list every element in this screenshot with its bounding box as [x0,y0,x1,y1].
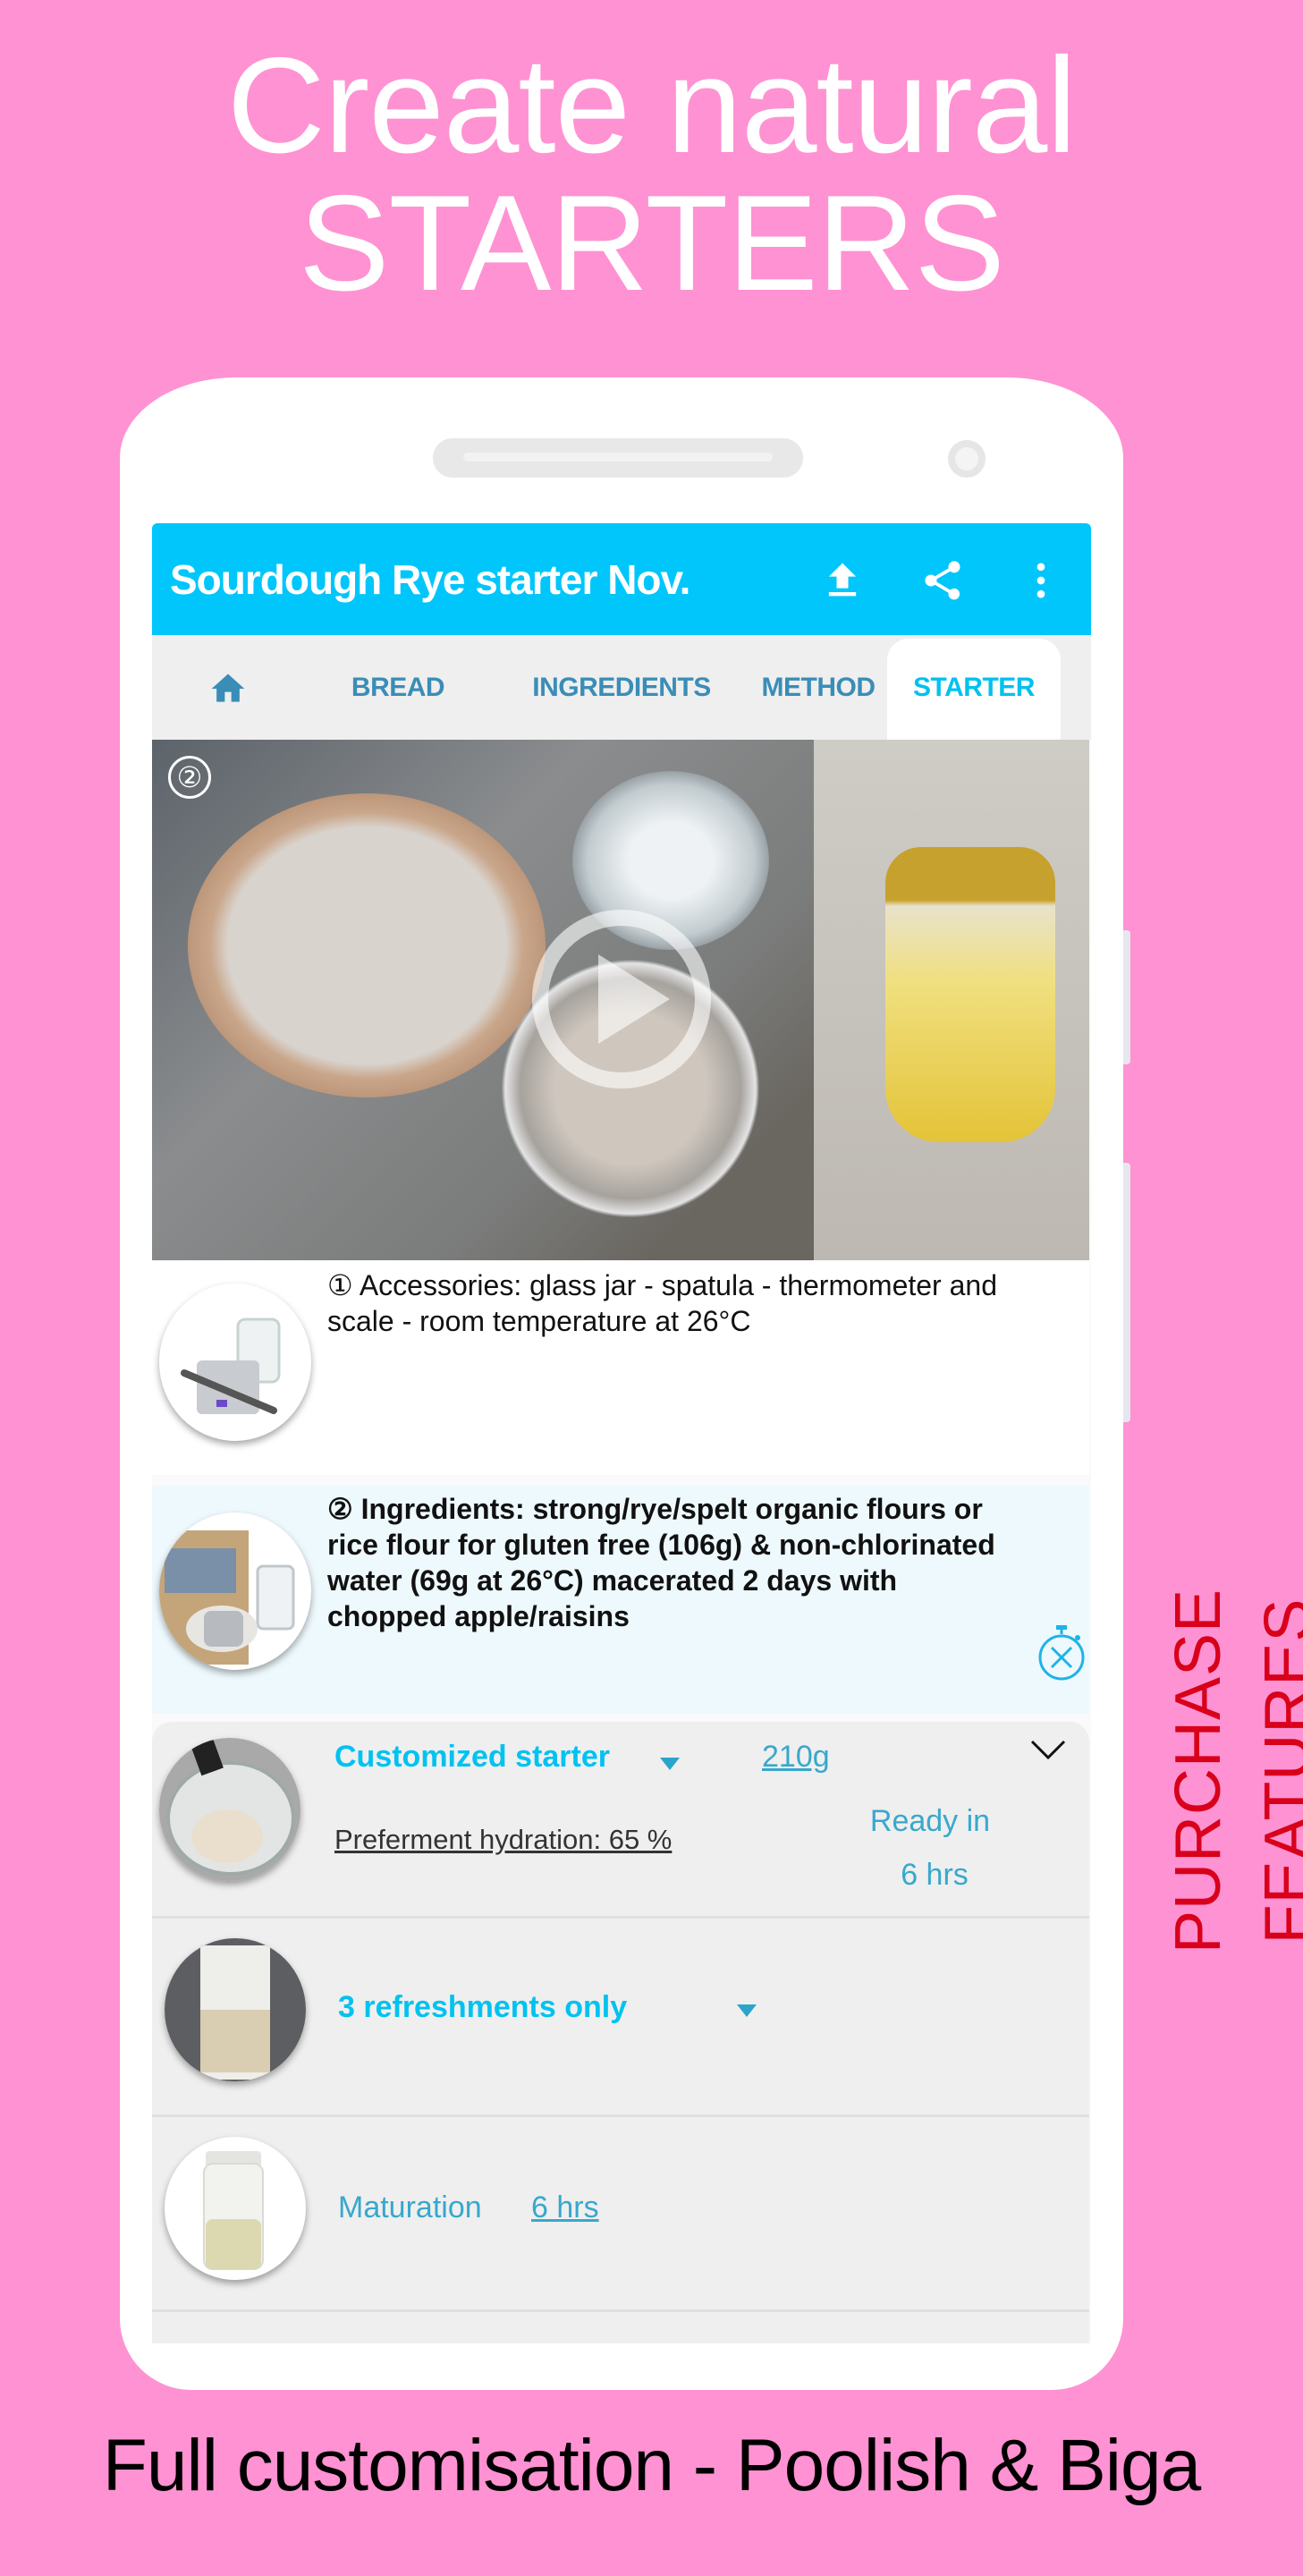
timer-off-icon[interactable] [1036,1623,1087,1681]
phone-camera [948,440,986,478]
ingredients-image [159,1513,311,1670]
starter-video-thumbnail[interactable]: ② [152,740,1089,1260]
flour-bowl-image [188,793,546,1097]
home-icon [211,674,245,702]
refreshments-row: 3 refreshments only [152,1919,1089,2117]
tab-method[interactable]: METHOD [729,635,908,740]
step-ingredients-text: ② Ingredients: strong/rye/spelt organic … [327,1493,995,1632]
starter-bowl-thumb [159,1738,300,1881]
starter-type-select[interactable]: Customized starter [334,1740,610,1775]
chevron-down-icon[interactable] [1028,1736,1068,1767]
phone-speaker [433,438,803,478]
promo-footer: Full customisation - Poolish & Biga [102,2425,1201,2506]
tab-bar: BREAD INGREDIENTS METHOD STARTER [152,635,1091,740]
step-accessories: ① Accessories: glass jar - spatula - the… [152,1260,1089,1475]
phone-volume-button [1123,930,1130,1064]
ready-in-label: Ready in [869,1804,991,1838]
maturation-jar-thumb [165,2137,306,2280]
starter-type-row: Customized starter 210g Preferment hydra… [152,1722,1089,1919]
promo-headline-line1: Create natural [226,30,1077,182]
accessories-image [159,1284,311,1441]
share-icon[interactable] [919,557,966,604]
apple-jar-image [885,847,1055,1142]
promo-headline-line2: STARTERS [299,167,1005,319]
tab-ingredients[interactable]: INGREDIENTS [492,635,751,740]
app-screen: Sourdough Rye starter Nov. BREAD INGREDI… [152,523,1091,2343]
step-badge: ② [168,756,211,799]
refreshments-thumb [165,1938,306,2081]
maturation-label: Maturation [338,2190,482,2224]
refreshments-dropdown-icon[interactable] [737,2004,757,2017]
preferment-hydration-link[interactable]: Preferment hydration: 65 % [334,1824,672,1856]
phone-power-button [1123,1163,1130,1422]
purchase-features-label: PURCHASE FEATURES [1163,1588,1303,1954]
starter-settings-card: Customized starter 210g Preferment hydra… [152,1722,1089,2343]
maturation-value-link[interactable]: 6 hrs [531,2190,599,2225]
step-accessories-text: ① Accessories: glass jar - spatula - the… [327,1269,997,1337]
starter-weight-value[interactable]: 210g [762,1740,830,1775]
step-ingredients: ② Ingredients: strong/rye/spelt organic … [152,1486,1089,1714]
tab-bread[interactable]: BREAD [331,635,465,740]
ready-in-value: 6 hrs [901,1858,969,1892]
upload-icon[interactable] [819,557,866,604]
recipe-title: Sourdough Rye starter Nov. [170,556,690,603]
tab-starter[interactable]: STARTER [887,639,1061,740]
refreshments-select[interactable]: 3 refreshments only [338,1990,627,2025]
starter-type-dropdown-icon[interactable] [660,1758,680,1770]
app-bar: Sourdough Rye starter Nov. [152,523,1091,635]
maturation-row: Maturation 6 hrs [152,2117,1089,2312]
tab-home[interactable] [188,635,268,740]
more-vert-icon[interactable] [1018,557,1064,604]
play-icon[interactable] [532,910,711,1089]
